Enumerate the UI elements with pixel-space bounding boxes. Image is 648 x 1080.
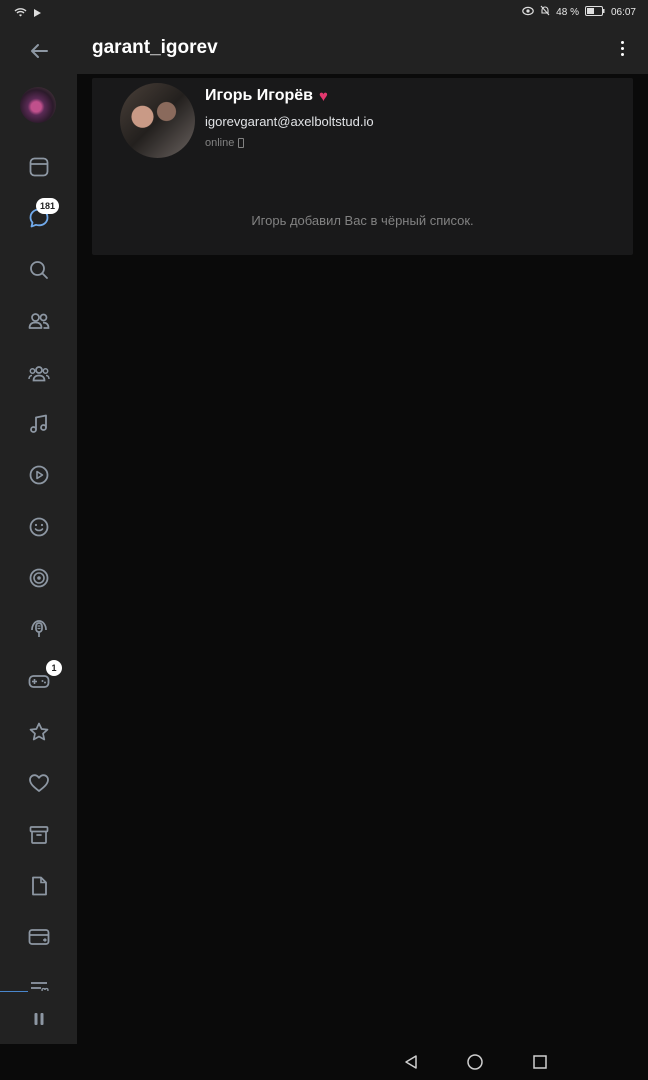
- heart-icon: ♥: [319, 87, 328, 105]
- blacklist-message: Игорь добавил Вас в чёрный список.: [251, 213, 474, 228]
- sidebar-item-news[interactable]: [19, 147, 59, 187]
- page-title: garant_igorev: [92, 37, 218, 58]
- groups-icon: [28, 366, 50, 382]
- more-dot-icon: [620, 52, 624, 56]
- games-badge: 1: [46, 660, 62, 676]
- target-icon: [29, 568, 49, 588]
- microphone-icon: [31, 620, 47, 637]
- more-dot-icon: [620, 40, 624, 44]
- player-progress: [0, 991, 28, 992]
- pause-icon: [34, 1013, 44, 1025]
- sidebar-item-bookmarks[interactable]: [19, 712, 59, 752]
- nav-back-button[interactable]: [401, 1052, 421, 1072]
- online-status: online: [205, 137, 245, 149]
- sidebar-item-friends[interactable]: [19, 301, 59, 341]
- status-bar: 48 % 06:07: [0, 0, 648, 24]
- search-icon: [30, 261, 48, 279]
- card-icon: [28, 929, 50, 945]
- sidebar-item-live[interactable]: [19, 609, 59, 649]
- music-icon: [30, 414, 47, 433]
- square-recents-icon: [533, 1055, 547, 1069]
- circle-home-icon: [467, 1054, 483, 1070]
- system-nav-bar: [0, 1044, 648, 1080]
- heart-icon: [29, 774, 49, 792]
- mute-bell-icon: [540, 5, 550, 21]
- newsfeed-icon: [29, 157, 49, 177]
- wifi-icon: [14, 5, 27, 23]
- more-options-button[interactable]: [610, 36, 634, 60]
- messages-badge: 181: [36, 198, 60, 214]
- profile-email: igorevgarant@axelboltstud.io: [205, 114, 374, 129]
- smile-icon: [29, 517, 49, 537]
- sidebar-item-payments[interactable]: [19, 917, 59, 957]
- cast-icon: [33, 5, 42, 23]
- sidebar-item-video[interactable]: [19, 455, 59, 495]
- nav-home-button[interactable]: [465, 1052, 485, 1072]
- sidebar: 181 1: [0, 24, 77, 1044]
- sidebar-item-communities[interactable]: [19, 353, 59, 393]
- list-icon: [31, 982, 49, 991]
- eye-icon: [522, 6, 534, 21]
- profile-name-text: Игорь Игорёв: [205, 87, 314, 104]
- document-icon: [32, 876, 47, 896]
- sidebar-item-settings[interactable]: [19, 969, 59, 991]
- battery-icon: [584, 5, 605, 21]
- sidebar-item-music[interactable]: [19, 404, 59, 444]
- arrow-left-icon: [31, 44, 48, 58]
- avatar[interactable]: [20, 87, 56, 123]
- battery-level: 48 %: [556, 7, 579, 18]
- sidebar-item-messages[interactable]: 181: [19, 198, 60, 238]
- profile-card: Игорь Игорёв ♥ igorevgarant@axelboltstud…: [92, 78, 633, 255]
- nav-recents-button[interactable]: [530, 1052, 550, 1072]
- sidebar-item-games[interactable]: 1: [19, 660, 62, 701]
- archive-icon: [29, 826, 49, 844]
- back-button[interactable]: [19, 31, 59, 71]
- sidebar-item-stickers[interactable]: [19, 507, 59, 547]
- sidebar-item-podcasts[interactable]: [19, 558, 59, 598]
- profile-name[interactable]: Игорь Игорёв ♥: [205, 87, 328, 105]
- sidebar-item-search[interactable]: [19, 250, 59, 290]
- online-status-text: online: [205, 137, 235, 149]
- sidebar-item-documents[interactable]: [19, 866, 59, 906]
- mobile-phone-icon: [238, 138, 245, 148]
- star-icon: [29, 722, 49, 741]
- sidebar-item-archive[interactable]: [19, 815, 59, 855]
- chat-header: garant_igorev: [77, 24, 648, 74]
- friends-icon: [28, 313, 50, 329]
- sidebar-item-likes[interactable]: [19, 763, 59, 803]
- more-dot-icon: [620, 46, 624, 50]
- triangle-back-icon: [405, 1055, 417, 1069]
- play-icon: [29, 465, 49, 485]
- clock: 06:07: [610, 7, 636, 18]
- player-pause-button[interactable]: [19, 999, 59, 1039]
- profile-photo[interactable]: [120, 83, 195, 158]
